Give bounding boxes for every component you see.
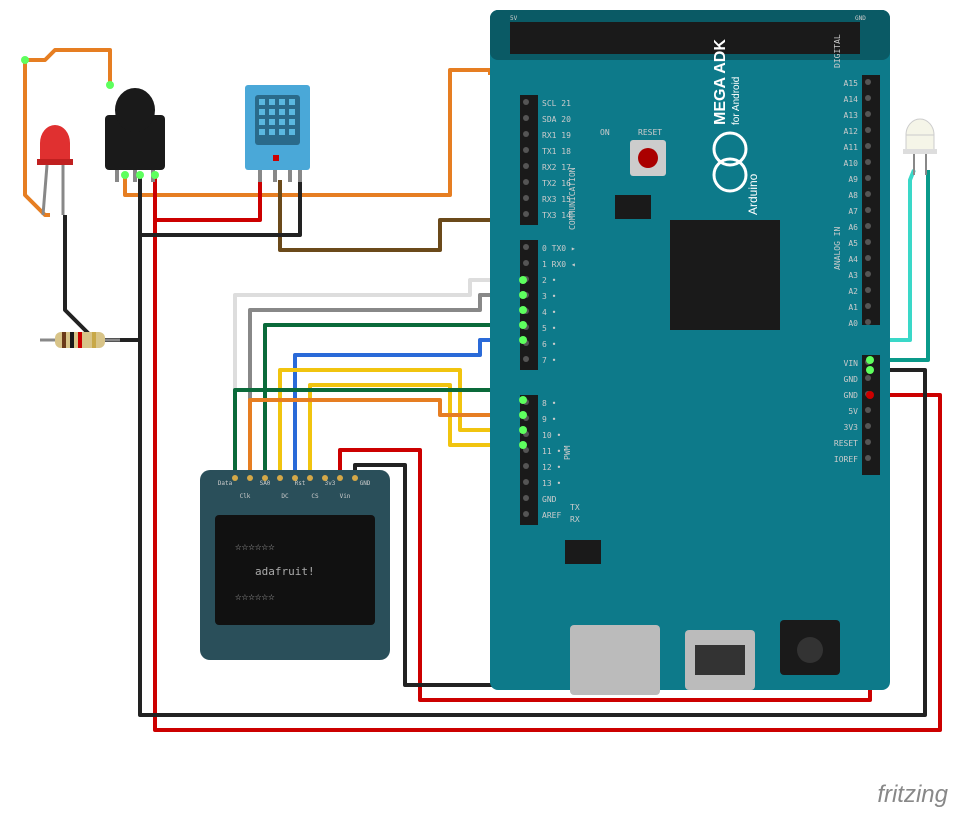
svg-text:COMMUNICATION: COMMUNICATION: [568, 167, 577, 230]
svg-text:TX: TX: [570, 503, 580, 512]
svg-text:A2: A2: [848, 287, 858, 296]
svg-text:2 •: 2 •: [542, 276, 556, 285]
red-led: [37, 125, 73, 215]
svg-text:A7: A7: [848, 207, 858, 216]
svg-text:A10: A10: [844, 159, 859, 168]
svg-text:ANALOG IN: ANALOG IN: [833, 226, 842, 270]
svg-text:Data: Data: [218, 480, 233, 487]
svg-text:Arduino: Arduino: [746, 173, 760, 215]
svg-text:☆☆☆☆☆☆: ☆☆☆☆☆☆: [235, 540, 275, 553]
svg-text:DIGITAL: DIGITAL: [833, 34, 842, 68]
svg-text:A0: A0: [848, 319, 858, 328]
svg-text:SA0: SA0: [260, 480, 271, 487]
svg-text:adafruit!: adafruit!: [255, 565, 315, 578]
resistor: [40, 332, 120, 348]
svg-text:CS: CS: [311, 493, 319, 500]
svg-text:12 •: 12 •: [542, 463, 561, 472]
svg-text:A6: A6: [848, 223, 858, 232]
svg-text:11 •: 11 •: [542, 447, 561, 456]
reset-button[interactable]: [630, 140, 666, 176]
svg-text:GND: GND: [844, 391, 859, 400]
oled-display: ☆☆☆☆☆☆ adafruit! ☆☆☆☆☆☆ Data Clk SA0 DC …: [200, 470, 390, 660]
svg-text:Rst: Rst: [295, 480, 306, 487]
svg-text:IOREF: IOREF: [834, 455, 858, 464]
svg-text:A13: A13: [844, 111, 859, 120]
svg-text:for Android: for Android: [731, 77, 742, 125]
svg-text:GND: GND: [360, 480, 371, 487]
svg-text:SCL 21: SCL 21: [542, 99, 571, 108]
svg-text:A8: A8: [848, 191, 858, 200]
svg-text:10 •: 10 •: [542, 431, 561, 440]
svg-text:3V3: 3V3: [844, 423, 859, 432]
svg-text:DC: DC: [281, 493, 289, 500]
svg-text:GND: GND: [844, 375, 859, 384]
svg-text:TX2 16: TX2 16: [542, 179, 571, 188]
svg-text:4 •: 4 •: [542, 308, 556, 317]
svg-text:7 •: 7 •: [542, 356, 556, 365]
svg-text:PWM: PWM: [563, 445, 572, 460]
svg-text:GND: GND: [855, 15, 866, 22]
clear-led: [903, 119, 937, 175]
svg-text:A12: A12: [844, 127, 859, 136]
svg-text:Clk: Clk: [240, 493, 251, 500]
fritzing-brand: fritzing: [877, 781, 948, 809]
svg-text:A4: A4: [848, 255, 858, 264]
svg-text:13 •: 13 •: [542, 479, 561, 488]
svg-text:0 TX0 ▸: 0 TX0 ▸: [542, 244, 576, 253]
svg-text:TX1 18: TX1 18: [542, 147, 571, 156]
svg-text:SDA 20: SDA 20: [542, 115, 571, 124]
svg-text:AREF: AREF: [542, 511, 561, 520]
svg-text:A9: A9: [848, 175, 858, 184]
svg-text:☆☆☆☆☆☆: ☆☆☆☆☆☆: [235, 590, 275, 603]
svg-text:A1: A1: [848, 303, 858, 312]
svg-text:RESET: RESET: [638, 128, 662, 137]
svg-text:5 •: 5 •: [542, 324, 556, 333]
svg-text:3 •: 3 •: [542, 292, 556, 301]
svg-text:A5: A5: [848, 239, 858, 248]
svg-text:9 •: 9 •: [542, 415, 556, 424]
svg-text:A3: A3: [848, 271, 858, 280]
svg-text:RX3 15: RX3 15: [542, 195, 571, 204]
svg-text:6 •: 6 •: [542, 340, 556, 349]
svg-text:MEGA ADK: MEGA ADK: [712, 39, 729, 125]
svg-text:VIN: VIN: [844, 359, 859, 368]
svg-text:GND: GND: [542, 495, 557, 504]
svg-text:5V: 5V: [848, 407, 858, 416]
svg-text:3v3: 3v3: [325, 480, 336, 487]
svg-text:A11: A11: [844, 143, 859, 152]
svg-text:RX1 19: RX1 19: [542, 131, 571, 140]
ir-sensor: [105, 88, 165, 182]
svg-text:5V: 5V: [510, 15, 518, 22]
svg-text:RX2 17: RX2 17: [542, 163, 571, 172]
dht11-sensor: [245, 85, 310, 182]
svg-text:RX: RX: [570, 515, 580, 524]
arduino-mega-adk: 5V GND SCL 21 SDA 20 RX1 19 TX1 18 RX2 1…: [490, 10, 890, 695]
svg-text:ON: ON: [600, 128, 610, 137]
svg-text:RESET: RESET: [834, 439, 858, 448]
svg-text:TX3 14: TX3 14: [542, 211, 571, 220]
svg-text:8 •: 8 •: [542, 399, 556, 408]
svg-text:Vin: Vin: [340, 493, 351, 500]
svg-text:A15: A15: [844, 79, 859, 88]
svg-text:1 RX0 ◂: 1 RX0 ◂: [542, 260, 576, 269]
svg-text:A14: A14: [844, 95, 859, 104]
